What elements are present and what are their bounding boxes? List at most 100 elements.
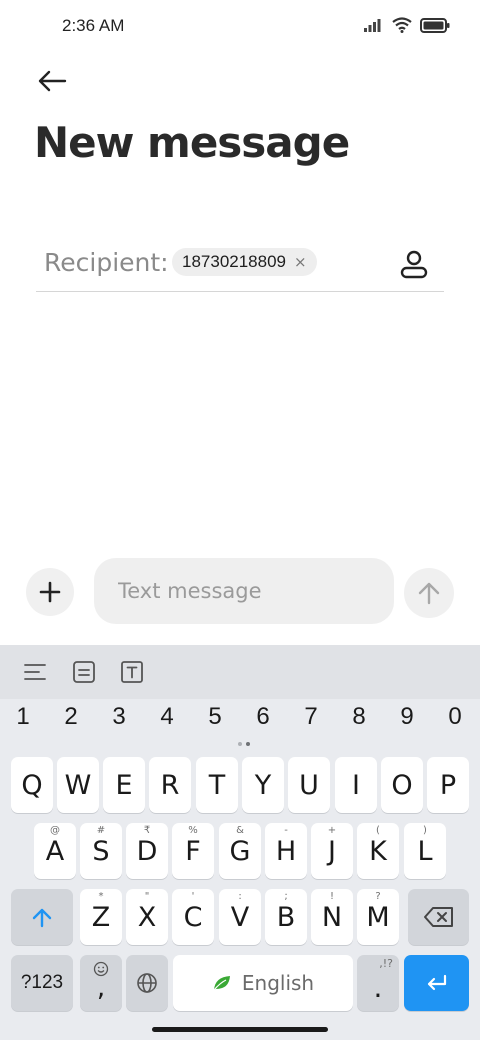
key-2[interactable]: 2	[53, 703, 89, 731]
back-button[interactable]	[32, 64, 72, 98]
key-q[interactable]: Q	[11, 757, 53, 813]
key-e[interactable]: E	[103, 757, 145, 813]
key-label: V	[230, 901, 250, 933]
key-8[interactable]: 8	[341, 703, 377, 731]
key-p[interactable]: P	[427, 757, 469, 813]
key-label: J	[328, 835, 336, 867]
key-label: D	[136, 835, 158, 867]
key-1[interactable]: 1	[5, 703, 41, 731]
key-hint: :	[238, 891, 242, 902]
key-hint: *	[98, 891, 104, 902]
key-label: C	[183, 901, 203, 933]
enter-key[interactable]	[404, 955, 469, 1011]
key-label: A	[45, 835, 65, 867]
key-c[interactable]: ' C	[172, 889, 214, 945]
comma-label: ,	[96, 973, 106, 1003]
recipient-row[interactable]: Recipient: 18730218809 ×	[36, 238, 444, 292]
key-i[interactable]: I	[335, 757, 377, 813]
emoji-comma-key[interactable]: ,	[80, 955, 122, 1011]
key-hint: ?	[375, 891, 381, 902]
shift-key[interactable]	[11, 889, 73, 945]
key-hint: )	[423, 825, 427, 836]
signal-icon	[364, 19, 381, 32]
key-4[interactable]: 4	[149, 703, 185, 731]
key-v[interactable]: :V	[219, 889, 261, 945]
key-hint: ;	[284, 891, 288, 902]
key-label: Z	[91, 901, 111, 933]
key-5[interactable]: 5	[197, 703, 233, 731]
page-title: New message	[34, 118, 350, 167]
key-hint: "	[144, 891, 150, 902]
attach-button[interactable]	[26, 568, 74, 616]
leaf-icon	[213, 976, 230, 991]
compose-bar	[0, 558, 480, 624]
key-3[interactable]: 3	[101, 703, 137, 731]
key-f[interactable]: % F	[172, 823, 214, 879]
page-dot	[246, 742, 250, 746]
clipboard-icon[interactable]	[71, 659, 97, 685]
shift-arrow-icon	[32, 908, 52, 928]
key-w[interactable]: W	[57, 757, 99, 813]
key-l[interactable]: ) L	[404, 823, 446, 879]
key-m[interactable]: ? M	[357, 889, 399, 945]
status-time: 2:36 AM	[62, 16, 125, 35]
key-0[interactable]: 0	[437, 703, 473, 731]
key-7[interactable]: 7	[293, 703, 329, 731]
space-label: English	[241, 971, 315, 995]
key-z[interactable]: * Z	[80, 889, 122, 945]
key-hint: #	[96, 825, 106, 836]
key-n[interactable]: ! N	[311, 889, 353, 945]
key-6[interactable]: 6	[245, 703, 281, 731]
space-key[interactable]: English	[173, 955, 353, 1011]
key-hint: ₹	[143, 825, 151, 836]
plus-icon	[39, 581, 61, 603]
key-g[interactable]: & G	[219, 823, 261, 879]
language-key[interactable]	[126, 955, 168, 1011]
key-s[interactable]: # S	[80, 823, 122, 879]
key-hint: !	[329, 891, 334, 902]
home-indicator[interactable]	[152, 1027, 328, 1032]
key-9[interactable]: 9	[389, 703, 425, 731]
keyboard: 1 2 3 4 5 6 7 8 9 0 Q W E R T Y U I O P …	[0, 645, 480, 1040]
key-d[interactable]: ₹ D	[126, 823, 168, 879]
key-a[interactable]: @ A	[34, 823, 76, 879]
text-format-icon[interactable]	[119, 659, 145, 685]
key-label: X	[137, 901, 157, 933]
key-label: N	[321, 901, 343, 933]
chip-close-icon[interactable]: ×	[294, 253, 307, 271]
key-label: L	[417, 835, 433, 867]
key-hint: (	[376, 825, 380, 836]
recipient-chip[interactable]: 18730218809 ×	[172, 248, 317, 276]
contacts-button[interactable]	[398, 248, 430, 280]
send-button[interactable]	[404, 568, 454, 618]
menu-icon[interactable]	[22, 659, 48, 685]
key-b[interactable]: ; B	[265, 889, 307, 945]
backspace-key[interactable]	[408, 889, 469, 945]
message-input[interactable]	[94, 558, 394, 624]
page-dot	[238, 742, 242, 746]
key-label: H	[275, 835, 297, 867]
key-hint: '	[191, 891, 195, 902]
key-y[interactable]: Y	[242, 757, 284, 813]
key-k[interactable]: (K	[357, 823, 399, 879]
key-label: G	[229, 835, 251, 867]
key-j[interactable]: + J	[311, 823, 353, 879]
key-o[interactable]: O	[381, 757, 423, 813]
globe-icon	[137, 973, 157, 993]
battery-icon	[420, 17, 450, 33]
key-h[interactable]: -H	[265, 823, 307, 879]
arrow-left-icon	[38, 70, 67, 92]
symbols-key[interactable]: ?123	[11, 955, 73, 1011]
period-key[interactable]: ,!? .	[357, 955, 399, 1011]
key-label: K	[369, 835, 387, 867]
period-hint: ,!?	[379, 957, 393, 970]
key-t[interactable]: T	[196, 757, 238, 813]
key-u[interactable]: U	[288, 757, 330, 813]
key-label: B	[276, 901, 296, 933]
arrow-up-icon	[418, 582, 440, 605]
key-r[interactable]: R	[149, 757, 191, 813]
key-x[interactable]: " X	[126, 889, 168, 945]
key-hint: -	[284, 825, 288, 836]
number-row: 1 2 3 4 5 6 7 8 9 0	[0, 703, 480, 743]
status-bar: 2:36 AM	[0, 0, 480, 56]
